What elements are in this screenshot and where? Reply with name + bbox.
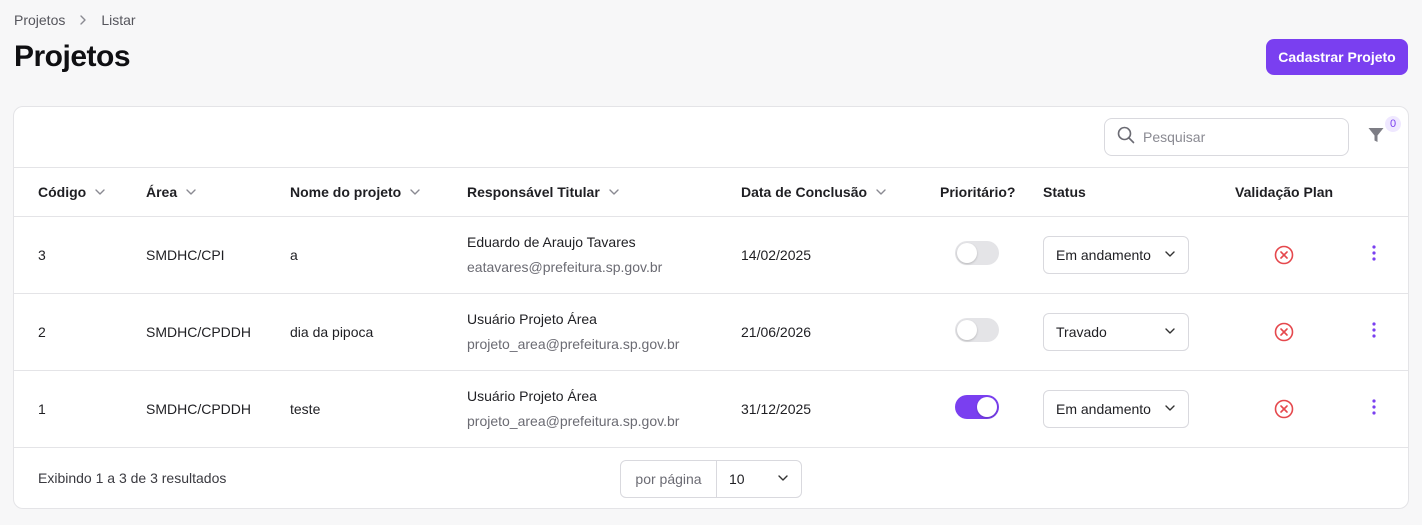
prioritario-toggle[interactable] bbox=[955, 318, 999, 342]
chevron-down-icon bbox=[409, 186, 421, 198]
prioritario-toggle[interactable] bbox=[955, 395, 999, 419]
status-select[interactable]: Em andamento bbox=[1043, 236, 1189, 274]
status-select[interactable]: Em andamento bbox=[1043, 390, 1189, 428]
search-icon bbox=[1117, 126, 1135, 149]
prioritario-toggle[interactable] bbox=[955, 241, 999, 265]
cell-data: 21/06/2026 bbox=[741, 324, 812, 340]
column-header-status: Status bbox=[1043, 184, 1086, 200]
chevron-down-icon bbox=[1164, 247, 1176, 263]
results-summary: Exibindo 1 a 3 de 3 resultados bbox=[38, 470, 227, 486]
more-vertical-icon[interactable] bbox=[1366, 399, 1382, 419]
cell-data: 14/02/2025 bbox=[741, 247, 812, 263]
per-page-value: 10 bbox=[729, 471, 745, 487]
responsavel-email: projeto_area@prefeitura.sp.gov.br bbox=[467, 336, 680, 352]
chevron-down-icon bbox=[608, 186, 620, 198]
cell-area: SMDHC/CPI bbox=[146, 247, 225, 263]
cell-responsavel: Eduardo de Araujo Tavares eatavares@pref… bbox=[467, 234, 662, 275]
search-input[interactable] bbox=[1143, 129, 1333, 145]
table-row: 2 SMDHC/CPDDH dia da pipoca Usuário Proj… bbox=[14, 294, 1408, 371]
chevron-down-icon bbox=[185, 186, 197, 198]
cadastrar-projeto-button[interactable]: Cadastrar Projeto bbox=[1266, 39, 1408, 75]
page-title: Projetos bbox=[14, 40, 131, 73]
table-header: Código Área Nome do projeto Responsável … bbox=[14, 168, 1408, 217]
x-circle-icon bbox=[1274, 245, 1294, 265]
per-page-select[interactable]: por página 10 bbox=[620, 460, 802, 498]
cell-nome: teste bbox=[290, 401, 321, 417]
search-box[interactable] bbox=[1104, 118, 1349, 156]
cell-codigo: 3 bbox=[38, 247, 46, 263]
filter-count-badge: 0 bbox=[1385, 116, 1401, 132]
responsavel-name: Usuário Projeto Área bbox=[467, 388, 597, 404]
column-label: Status bbox=[1043, 184, 1086, 200]
filter-button[interactable] bbox=[1364, 125, 1388, 149]
x-circle-icon bbox=[1274, 322, 1294, 342]
table-row: 3 SMDHC/CPI a Eduardo de Araujo Tavares … bbox=[14, 217, 1408, 294]
column-label: Prioritário? bbox=[940, 184, 1016, 200]
chevron-right-icon bbox=[77, 14, 89, 26]
status-value: Travado bbox=[1056, 324, 1107, 340]
column-header-data[interactable]: Data de Conclusão bbox=[741, 184, 887, 200]
cell-area: SMDHC/CPDDH bbox=[146, 401, 251, 417]
column-header-validacao: Validação Plan bbox=[1235, 184, 1333, 200]
per-page-value-dropdown[interactable]: 10 bbox=[717, 461, 801, 497]
chevron-down-icon bbox=[94, 186, 106, 198]
column-header-codigo[interactable]: Código bbox=[38, 184, 106, 200]
column-label: Responsável Titular bbox=[467, 184, 600, 200]
breadcrumb: Projetos Listar bbox=[14, 12, 136, 28]
status-value: Em andamento bbox=[1056, 247, 1151, 263]
chevron-down-icon bbox=[1164, 324, 1176, 340]
column-header-area[interactable]: Área bbox=[146, 184, 197, 200]
cell-responsavel: Usuário Projeto Área projeto_area@prefei… bbox=[467, 311, 679, 352]
chevron-down-icon bbox=[875, 186, 887, 198]
column-label: Código bbox=[38, 184, 87, 200]
filter-icon bbox=[1367, 126, 1385, 149]
projects-card: 0 Código Área Nome do projeto Responsáve… bbox=[13, 106, 1409, 509]
cell-data: 31/12/2025 bbox=[741, 401, 812, 417]
column-header-responsavel[interactable]: Responsável Titular bbox=[467, 184, 620, 200]
column-header-prioritario: Prioritário? bbox=[940, 184, 1015, 200]
column-label: Nome do projeto bbox=[290, 184, 402, 200]
responsavel-email: projeto_area@prefeitura.sp.gov.br bbox=[467, 413, 680, 429]
table-footer: Exibindo 1 a 3 de 3 resultados por págin… bbox=[14, 448, 1408, 508]
responsavel-name: Eduardo de Araujo Tavares bbox=[467, 234, 636, 250]
cell-codigo: 2 bbox=[38, 324, 46, 340]
per-page-label: por página bbox=[621, 461, 717, 497]
more-vertical-icon[interactable] bbox=[1366, 322, 1382, 342]
cell-nome: a bbox=[290, 247, 298, 263]
chevron-down-icon bbox=[1164, 401, 1176, 417]
status-value: Em andamento bbox=[1056, 401, 1151, 417]
toggle-knob bbox=[957, 243, 977, 263]
column-header-nome[interactable]: Nome do projeto bbox=[290, 184, 421, 200]
chevron-down-icon bbox=[777, 471, 789, 487]
cell-nome: dia da pipoca bbox=[290, 324, 374, 340]
column-label: Data de Conclusão bbox=[741, 184, 868, 200]
toggle-knob bbox=[977, 397, 997, 417]
responsavel-name: Usuário Projeto Área bbox=[467, 311, 597, 327]
cell-responsavel: Usuário Projeto Área projeto_area@prefei… bbox=[467, 388, 679, 429]
table-row: 1 SMDHC/CPDDH teste Usuário Projeto Área… bbox=[14, 371, 1408, 448]
responsavel-email: eatavares@prefeitura.sp.gov.br bbox=[467, 259, 663, 275]
breadcrumb-item-listar: Listar bbox=[101, 12, 136, 28]
more-vertical-icon[interactable] bbox=[1366, 245, 1382, 265]
toggle-knob bbox=[957, 320, 977, 340]
table-toolbar: 0 bbox=[14, 107, 1408, 168]
x-circle-icon bbox=[1274, 399, 1294, 419]
cell-codigo: 1 bbox=[38, 401, 46, 417]
breadcrumb-item-projetos[interactable]: Projetos bbox=[14, 12, 65, 28]
cell-area: SMDHC/CPDDH bbox=[146, 324, 251, 340]
status-select[interactable]: Travado bbox=[1043, 313, 1189, 351]
column-label: Área bbox=[146, 184, 178, 200]
column-label: Validação Plan bbox=[1235, 184, 1334, 200]
